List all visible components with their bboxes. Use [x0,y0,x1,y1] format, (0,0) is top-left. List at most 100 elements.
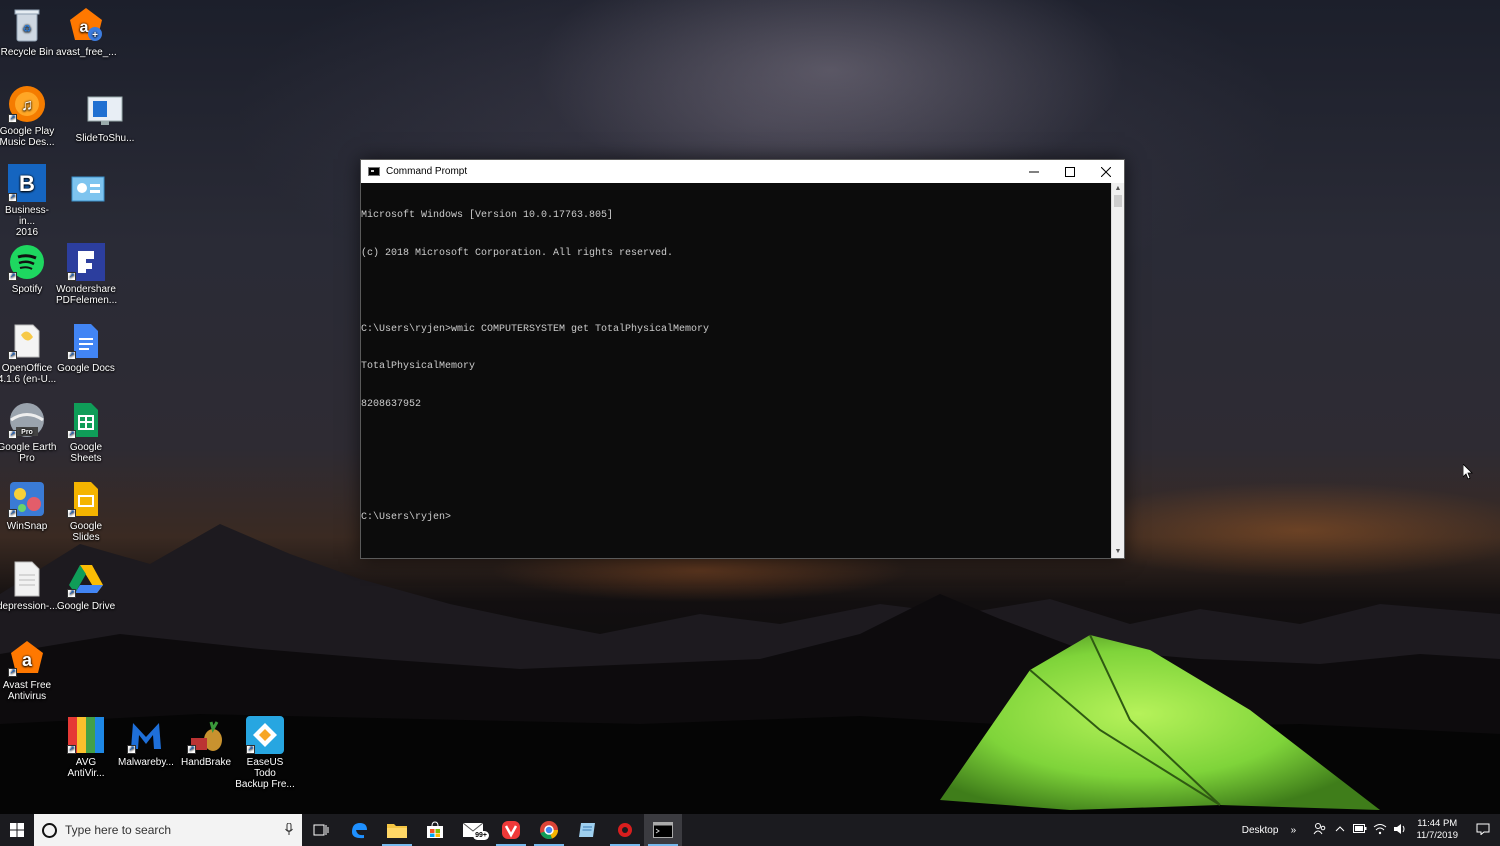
console-output[interactable]: Microsoft Windows [Version 10.0.17763.80… [361,183,1111,558]
winsnap-icon: ↗ [8,480,46,518]
cortana-circle-icon [42,822,57,838]
maximize-button[interactable] [1052,160,1088,183]
task-view-button[interactable] [302,814,340,846]
system-tray: Desktop » 11:44 PM 11/7/2019 [1242,814,1500,846]
openoffice-icon: ↗ [8,322,46,360]
shortcut-arrow-icon: ↗ [8,272,17,281]
taskbar-edge[interactable] [340,814,378,846]
taskbar-store[interactable] [416,814,454,846]
avast-icon: a ↗ [8,639,46,677]
desktop-icon-business-in[interactable]: B ↗ Business-in... 2016 [0,164,57,238]
command-prompt-icon [653,822,673,838]
desktop-icon-google-drive[interactable]: ↗ Google Drive [56,560,116,612]
desktop-toolbar-label[interactable]: Desktop [1242,825,1279,836]
shortcut-arrow-icon: ↗ [187,745,196,754]
taskbar-command-prompt[interactable] [644,814,682,846]
close-button[interactable] [1088,160,1124,183]
start-button[interactable] [0,814,34,846]
desktop-icon-spotify[interactable]: ↗ Spotify [0,243,57,295]
desktop-icon-recycle-bin[interactable]: ♻ Recycle Bin [0,6,57,58]
desktop-icon-wondershare-pdfelement[interactable]: ↗ Wondershare PDFelemen... [56,243,117,306]
desktop-icon-google-sheets[interactable]: ↗ Google Sheets [56,401,116,464]
svg-text:+: + [92,30,98,41]
action-center-button[interactable] [1466,823,1500,838]
handbrake-icon: ↗ [187,716,225,754]
taskbar-chrome[interactable] [530,814,568,846]
vivaldi-icon [502,821,520,839]
taskbar-mail[interactable]: 99+ [454,814,492,846]
toolbar-expand-icon[interactable]: » [1286,825,1300,836]
desktop-icon-slidetoshutdown[interactable]: SlideToShu... [75,92,135,144]
console-line: ​ [361,475,1111,488]
taskbar-notepad-app[interactable] [568,814,606,846]
desktop-icon-avast-free-antivirus[interactable]: a ↗ Avast Free Antivirus [0,639,57,702]
avast-installer-icon: a + [67,6,105,44]
cmd-app-icon[interactable] [368,167,380,176]
close-icon [1101,166,1111,177]
console-line: ​ [361,286,1111,299]
desktop-icon-handbrake[interactable]: ↗ HandBrake [176,716,236,768]
command-prompt-window[interactable]: Command Prompt Microsoft Windows [Versio… [360,159,1125,559]
scroll-down-arrow-icon[interactable]: ▼ [1112,546,1124,558]
task-view-icon [313,824,329,836]
slide-to-shutdown-icon [86,92,124,130]
volume-icon[interactable] [1390,823,1410,838]
taskbar-search-box[interactable]: Type here to search [34,814,302,846]
minimize-button[interactable] [1016,160,1052,183]
desktop-icon-depression-doc[interactable]: depression-... [0,560,58,612]
malwarebytes-icon: ↗ [127,716,165,754]
desktop-icon-google-slides[interactable]: ↗ Google Slides [56,480,116,543]
taskbar-clock[interactable]: 11:44 PM 11/7/2019 [1416,818,1458,842]
glowing-tent [940,634,1380,810]
taskbar-vivaldi[interactable] [492,814,530,846]
spotify-icon: ↗ [8,243,46,281]
scroll-up-arrow-icon[interactable]: ▲ [1112,183,1124,195]
desktop-icon-control-panel[interactable] [58,171,118,212]
google-slides-icon: ↗ [67,480,105,518]
taskbar-file-explorer[interactable] [378,814,416,846]
shortcut-arrow-icon: ↗ [8,668,17,677]
shortcut-arrow-icon: ↗ [246,745,255,754]
console-line: 8208637952 [361,399,422,411]
desktop-icon-google-earth-pro[interactable]: Pro ↗ Google Earth Pro [0,401,57,464]
headphones-icon: ♫ ↗ [8,85,46,123]
battery-icon[interactable] [1350,824,1370,836]
search-placeholder: Type here to search [65,823,172,837]
pdfelement-icon: ↗ [67,243,105,281]
shortcut-arrow-icon: ↗ [67,272,76,281]
shortcut-arrow-icon: ↗ [67,509,76,518]
folder-icon [387,824,407,838]
scrollbar-thumb[interactable] [1114,195,1122,207]
avg-icon: ↗ [67,716,105,754]
desktop-icon-easeus-todo-backup[interactable]: ↗ EaseUS Todo Backup Fre... [235,716,295,790]
edge-icon [352,823,367,839]
desktop-icon-avast-free-installer[interactable]: a + avast_free_... [56,6,117,58]
vertical-scrollbar[interactable]: ▲ ▼ [1111,183,1124,558]
console-line: (c) 2018 Microsoft Corporation. All righ… [361,247,674,259]
show-hidden-icons-chevron-icon[interactable] [1330,824,1350,836]
people-icon[interactable] [1310,822,1330,839]
shortcut-arrow-icon: ↗ [67,430,76,439]
shortcut-arrow-icon: ↗ [8,430,17,439]
desktop-icon-winsnap[interactable]: ↗ WinSnap [0,480,57,532]
recycle-bin-icon: ♻ [8,6,46,44]
desktop-icon-google-docs[interactable]: ↗ Google Docs [56,322,116,374]
taskbar-red-app[interactable] [606,814,644,846]
console-line: TotalPhysicalMemory [361,361,476,373]
desktop-icon-openoffice[interactable]: ↗ OpenOffice 4.1.6 (en-U... [0,322,57,385]
microphone-icon[interactable] [276,822,302,838]
wifi-icon[interactable] [1370,823,1390,838]
desktop-icon-google-play-music[interactable]: ♫ ↗ Google Play Music Des... [0,85,57,148]
svg-text:a: a [22,650,33,670]
desktop-icon-malwarebytes[interactable]: ↗ Malwareby... [116,716,176,768]
window-titlebar[interactable]: Command Prompt [361,160,1124,183]
windows-logo-icon [10,823,24,837]
minimize-icon [1029,171,1039,172]
desktop-icon-avg-antivirus[interactable]: ↗ AVG AntiVir... [56,716,116,779]
svg-text:a: a [80,19,89,36]
red-gear-app-icon [618,823,632,837]
mail-badge: 99+ [473,831,489,840]
console-line: ​ [361,437,1111,450]
maximize-icon [1065,166,1075,177]
clock-time: 11:44 PM [1417,818,1458,829]
